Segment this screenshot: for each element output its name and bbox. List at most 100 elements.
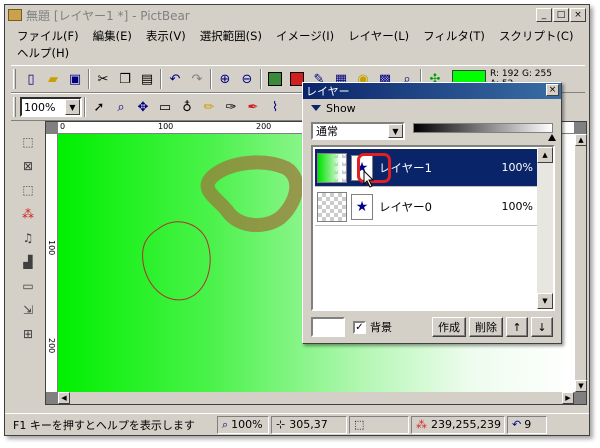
layer-thumbnail (317, 152, 347, 183)
minimize-button[interactable]: _ (536, 8, 552, 22)
layer-panel-title: レイヤー (306, 85, 350, 98)
image-icon[interactable] (264, 68, 286, 90)
menu-filter[interactable]: フィルタ(T) (417, 27, 493, 44)
layer-name: レイヤー1 (379, 160, 432, 175)
toolbar-separator (160, 69, 162, 89)
blend-mode-select[interactable]: 通常 ▼ (311, 122, 405, 140)
smudge-icon[interactable]: ⌇ (264, 96, 286, 118)
new-file-icon[interactable]: ▯ (20, 68, 42, 90)
title-bar[interactable]: 無題 [レイヤー1 *] - PictBear _ □ × (5, 5, 589, 25)
menu-help[interactable]: ヘルプ(H) (11, 44, 77, 61)
layer-panel: レイヤー × Show 通常 ▼ ★ レイヤー1 100% ★ レイヤー0 10… (302, 82, 562, 344)
menu-select[interactable]: 選択範囲(S) (194, 27, 270, 44)
move-tool-icon[interactable]: ✥ (132, 96, 154, 118)
window-title: 無題 [レイヤー1 *] - PictBear (26, 8, 190, 23)
paste-icon[interactable]: ▤ (136, 68, 158, 90)
menu-image[interactable]: イメージ(I) (270, 27, 342, 44)
delete-layer-button[interactable]: 削除 (469, 317, 503, 337)
toolbar-grip[interactable] (13, 69, 16, 89)
transform-icon[interactable]: ⇲ (17, 299, 39, 321)
stamp-icon[interactable]: ▟ (17, 251, 39, 273)
frame-icon[interactable]: ▭ (17, 275, 39, 297)
cut-icon[interactable]: ✂ (92, 68, 114, 90)
star-icon[interactable]: ★ (351, 193, 373, 220)
open-folder-icon[interactable]: ▰ (42, 68, 64, 90)
zoom-tool-icon[interactable]: ⌕ (110, 96, 132, 118)
layer-panel-titlebar[interactable]: レイヤー × (303, 83, 561, 99)
merge-icon[interactable]: ⊞ (17, 323, 39, 345)
toolbar-separator (88, 69, 90, 89)
redo-icon[interactable]: ↷ (186, 68, 208, 90)
cursor-pos-icon: ⊹ (276, 418, 286, 431)
blend-row: 通常 ▼ (311, 121, 556, 141)
scroll-right-icon[interactable]: ▶ (562, 392, 574, 404)
toolbar-separator (260, 69, 262, 89)
toolbar-grip[interactable] (13, 97, 16, 117)
scroll-up-icon[interactable]: ▲ (537, 147, 553, 163)
menu-view[interactable]: 表示(V) (140, 27, 194, 44)
tool-options-toolbar: 100% ▼ ➚ ⌕ ✥ ▭ ♁ ✏ ✑ ✒ ⌇ (11, 93, 319, 121)
layer-up-button[interactable]: ↑ (506, 317, 528, 337)
zoom-select-value: 100% (24, 100, 56, 114)
rect-select-icon[interactable]: ▭ (154, 96, 176, 118)
caption-buttons: _ □ × (535, 8, 586, 22)
menu-file[interactable]: ファイル(F) (11, 27, 87, 44)
close-button[interactable]: × (570, 8, 586, 22)
layer-list-scrollbar[interactable]: ▲ ▼ (537, 147, 553, 309)
magnifier-icon: ⌕ (222, 417, 229, 431)
lasso-outline (142, 221, 211, 301)
layer-thumbnail (317, 191, 347, 222)
marquee-icon[interactable]: ⬚ (17, 131, 39, 153)
layer-down-button[interactable]: ↓ (531, 317, 553, 337)
chevron-down-icon[interactable]: ▼ (65, 99, 80, 115)
undo-icon: ↶ (512, 418, 522, 431)
create-layer-button[interactable]: 作成 (432, 317, 466, 337)
music-note-icon[interactable]: ♫ (17, 227, 39, 249)
opacity-slider[interactable] (413, 123, 556, 141)
maximize-button[interactable]: □ (553, 8, 569, 22)
expand-triangle-icon (311, 105, 321, 111)
layer-row[interactable]: ★ レイヤー0 100% (315, 188, 537, 226)
menu-edit[interactable]: 編集(E) (87, 27, 140, 44)
layer-color-box[interactable] (311, 317, 345, 337)
copy-icon[interactable]: ❐ (114, 68, 136, 90)
scroll-up-icon[interactable]: ▲ (575, 134, 587, 146)
status-undo: ↶ 9 (507, 415, 547, 434)
lasso-icon[interactable]: ♁ (176, 96, 198, 118)
undo-icon[interactable]: ↶ (164, 68, 186, 90)
scroll-down-icon[interactable]: ▼ (575, 380, 587, 392)
scroll-left-icon[interactable]: ◀ (58, 392, 70, 404)
opacity-slider-knob[interactable] (548, 134, 556, 141)
layer-row[interactable]: ★ レイヤー1 100% (315, 149, 537, 187)
select-all-icon[interactable]: ⬚ (17, 179, 39, 201)
chevron-down-icon[interactable]: ▼ (388, 124, 403, 138)
ruler-label: 100 (158, 122, 174, 131)
save-icon[interactable]: ▣ (64, 68, 86, 90)
color-dots-icon[interactable]: ⁂ (17, 203, 39, 225)
zoom-out-icon[interactable]: ⊖ (236, 68, 258, 90)
pen-icon[interactable]: ✏ (198, 96, 220, 118)
pointer-tool-icon[interactable]: ➚ (88, 96, 110, 118)
vertical-ruler: 100 200 (46, 134, 58, 392)
menu-script[interactable]: スクリプト(C) (493, 27, 582, 44)
close-icon[interactable]: × (546, 84, 559, 96)
layer-name: レイヤー0 (379, 199, 432, 214)
layer-opacity: 100% (501, 200, 533, 213)
background-checkbox[interactable]: ✓ (353, 320, 366, 334)
status-selection: ⬚ (349, 415, 409, 434)
crop-icon[interactable]: ⊠ (17, 155, 39, 177)
ruler-label: 0 (60, 122, 66, 131)
zoom-select[interactable]: 100% ▼ (20, 97, 82, 117)
status-color: ⁂ 239,255,239 (411, 415, 505, 434)
zoom-in-icon[interactable]: ⊕ (214, 68, 236, 90)
show-toggle[interactable]: Show (303, 99, 561, 117)
vertical-scrollbar[interactable]: ▲ ▼ (574, 134, 587, 392)
brush-tool-icon[interactable]: ✑ (220, 96, 242, 118)
status-zoom: ⌕ 100% (217, 415, 269, 434)
status-color-value: 239,255,239 (431, 418, 501, 431)
scroll-down-icon[interactable]: ▼ (537, 293, 553, 309)
toolbar-separator (210, 69, 212, 89)
horizontal-scrollbar[interactable]: ◀ ▶ (58, 392, 574, 404)
airbrush-icon[interactable]: ✒ (242, 96, 264, 118)
menu-layer[interactable]: レイヤー(L) (342, 27, 417, 44)
